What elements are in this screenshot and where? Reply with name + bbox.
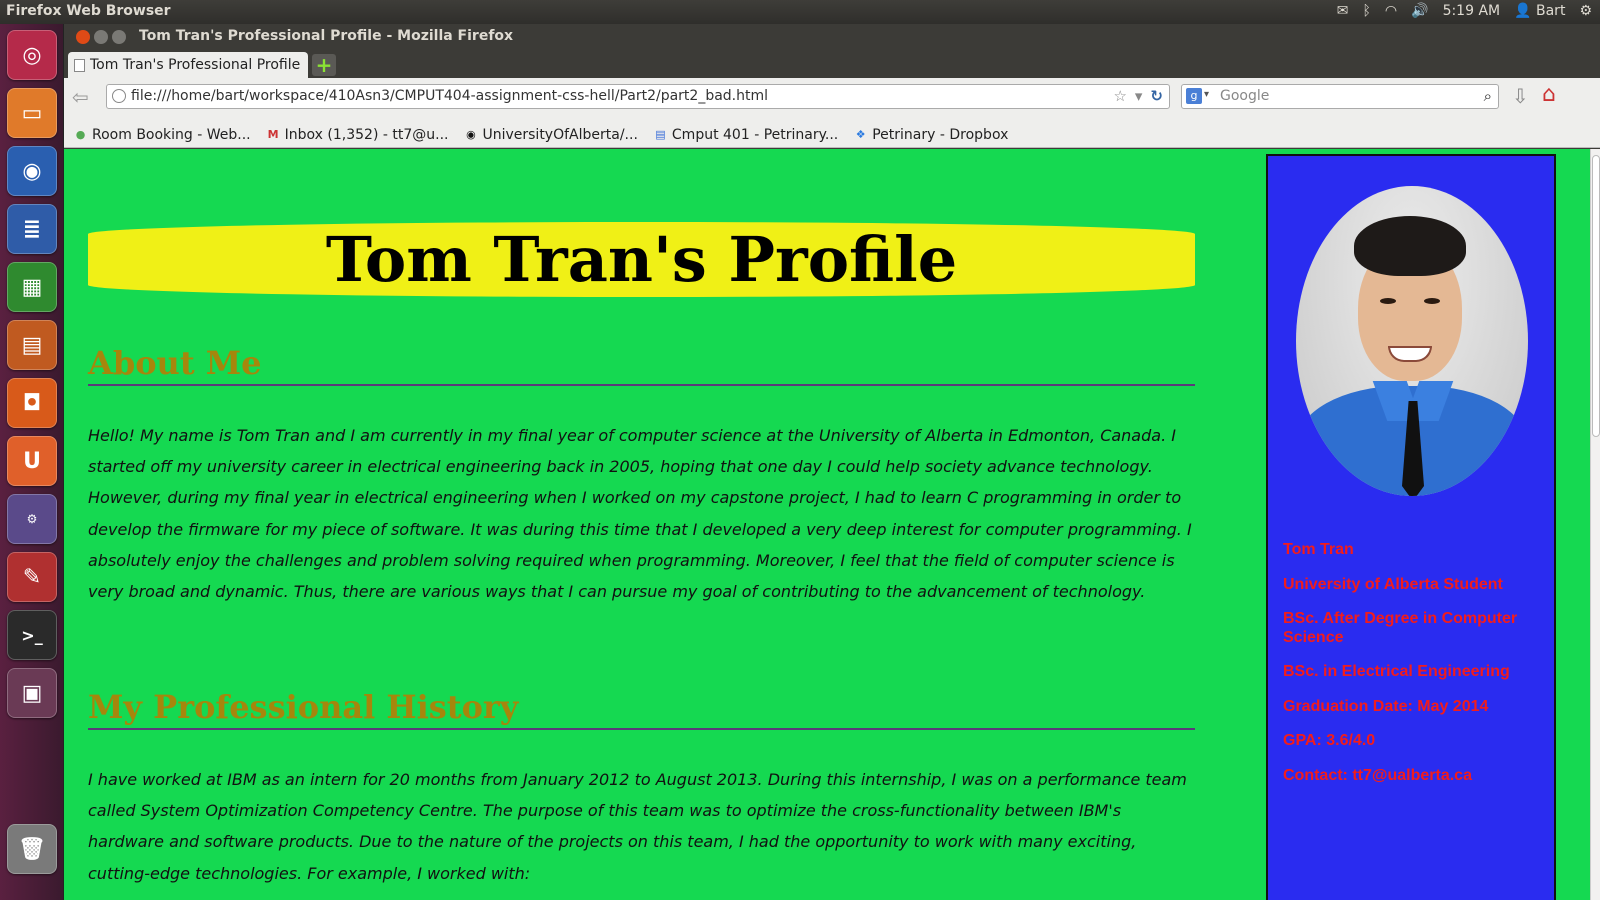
settings-icon[interactable]: ✎ [7, 552, 57, 602]
history-dropdown-icon[interactable]: ▾ [1135, 87, 1143, 105]
workspaces-icon[interactable]: ▣ [7, 668, 57, 718]
dash-icon[interactable]: ◎ [7, 30, 57, 80]
bookmark-label: Inbox (1,352) - tt7@u... [284, 126, 449, 143]
tab-bar: Tom Tran's Professional Profile + [64, 50, 1600, 78]
wifi-icon[interactable]: ◠ [1385, 3, 1397, 19]
chevron-down-icon[interactable]: ▾ [1204, 89, 1209, 100]
bluetooth-icon[interactable]: ᛒ [1363, 3, 1371, 19]
leaf-icon: ● [75, 128, 86, 141]
gmail-icon: M [267, 128, 279, 141]
bookmarks-toolbar: ● Room Booking - Web... M Inbox (1,352) - … [64, 114, 1600, 148]
dropbox-icon: ❖ [855, 128, 866, 141]
profile-sidebar: Tom Tran University of Alberta Student B… [1266, 154, 1556, 900]
software-center-icon[interactable]: ◘ [7, 378, 57, 428]
gear-icon[interactable]: ⚙ [1579, 3, 1592, 19]
history-paragraph: I have worked at IBM as an intern for 20… [88, 770, 1187, 883]
panel-indicators: ✉ ᛒ ◠ 🔊 5:19 AM 👤 Bart ⚙ [1337, 3, 1592, 19]
top-panel: Firefox Web Browser ✉ ᛒ ◠ 🔊 5:19 AM 👤 Ba… [0, 0, 1600, 24]
navigation-bar: ⇦ file:///home/bart/workspace/410Asn3/CM… [64, 78, 1600, 114]
active-app-title: Firefox Web Browser [6, 3, 171, 19]
home-icon[interactable]: ⌂ [1542, 82, 1556, 107]
page-icon [74, 59, 85, 72]
clock[interactable]: 5:19 AM [1443, 3, 1501, 19]
page-content: Tom Tran's Profile About Me Hello! My na… [64, 149, 1600, 900]
bookmark-star-icon[interactable]: ☆ [1113, 87, 1126, 105]
writer-icon[interactable]: ≣ [7, 204, 57, 254]
back-button[interactable]: ⇦ [72, 85, 89, 109]
github-icon: ◉ [466, 128, 476, 141]
profile-school: University of Alberta Student [1283, 575, 1503, 593]
download-icon[interactable]: ⇩ [1512, 84, 1529, 108]
site-identity-icon[interactable] [112, 89, 126, 103]
bookmark-item[interactable]: ▤ Cmput 401 - Petrinary... [654, 122, 838, 147]
bookmark-label: UniversityOfAlberta/... [482, 126, 638, 143]
docs-icon: ▤ [655, 128, 666, 141]
window-title: Tom Tran's Professional Profile - Mozill… [139, 28, 514, 44]
files-icon[interactable]: ▭ [7, 88, 57, 138]
about-heading: About Me [88, 344, 1195, 386]
bookmark-label: Room Booking - Web... [92, 126, 251, 143]
minimize-window-button[interactable] [94, 30, 108, 44]
new-tab-button[interactable]: + [312, 54, 336, 76]
launcher: ◎ ▭ ◉ ≣ ▦ ▤ ◘ U ⚙ ✎ >_ ▣ 🗑 [0, 24, 64, 900]
bookmark-label: Cmput 401 - Petrinary... [671, 126, 839, 143]
trash-icon[interactable]: 🗑 [7, 824, 57, 874]
calc-icon[interactable]: ▦ [7, 262, 57, 312]
profile-graduation: Graduation Date: May 2014 [1283, 697, 1489, 715]
maximize-window-button[interactable] [112, 30, 126, 44]
search-placeholder: Google [1220, 88, 1270, 104]
profile-gpa: GPA: 3.6/4.0 [1283, 732, 1376, 749]
window-titlebar: Tom Tran's Professional Profile - Mozill… [64, 24, 1600, 50]
tab-profile[interactable]: Tom Tran's Professional Profile [68, 52, 308, 78]
url-text: file:///home/bart/workspace/410Asn3/CMPU… [131, 88, 769, 104]
terminal-icon[interactable]: >_ [7, 610, 57, 660]
eclipse-icon[interactable]: ⚙ [7, 494, 57, 544]
profile-degree-ee: BSc. in Electrical Engineering [1283, 663, 1510, 680]
url-bar[interactable]: file:///home/bart/workspace/410Asn3/CMPU… [106, 84, 1170, 109]
search-bar[interactable]: g ▾ Google ⌕ [1181, 84, 1499, 109]
mail-icon[interactable]: ✉ [1337, 3, 1349, 19]
user-icon: 👤 [1514, 3, 1532, 19]
user-name: Bart [1536, 3, 1566, 19]
history-heading: My Professional History [88, 688, 1195, 730]
page-title-banner: Tom Tran's Profile [88, 222, 1195, 297]
bookmark-label: Petrinary - Dropbox [872, 126, 1009, 143]
tab-label: Tom Tran's Professional Profile [90, 57, 301, 73]
profile-name: Tom Tran [1283, 541, 1354, 558]
ubuntu-one-icon[interactable]: U [7, 436, 57, 486]
page-title: Tom Tran's Profile [325, 223, 958, 296]
avatar [1296, 186, 1528, 496]
scroll-thumb[interactable] [1592, 155, 1600, 437]
bookmark-item[interactable]: ❖ Petrinary - Dropbox [854, 122, 1009, 147]
bookmark-item[interactable]: ◉ UniversityOfAlberta/... [464, 122, 638, 147]
profile-contact: Contact: tt7@ualberta.ca [1283, 766, 1472, 784]
profile-degree-cs: BSc. After Degree in Computer Science [1283, 610, 1518, 646]
bookmark-item[interactable]: M Inbox (1,352) - tt7@u... [267, 122, 449, 147]
profile-info: Tom Tran University of Alberta Student B… [1283, 541, 1543, 801]
about-paragraph: Hello! My name is Tom Tran and I am curr… [88, 426, 1192, 602]
volume-icon[interactable]: 🔊 [1411, 3, 1428, 19]
search-engine-icon[interactable]: g [1186, 88, 1202, 104]
close-window-button[interactable] [76, 30, 90, 44]
page-scrollbar[interactable] [1590, 149, 1600, 900]
bookmark-item[interactable]: ● Room Booking - Web... [74, 122, 251, 147]
reload-icon[interactable]: ↻ [1150, 87, 1163, 105]
search-icon[interactable]: ⌕ [1484, 87, 1492, 105]
firefox-icon[interactable]: ◉ [7, 146, 57, 196]
user-menu[interactable]: 👤 Bart [1514, 3, 1565, 19]
impress-icon[interactable]: ▤ [7, 320, 57, 370]
